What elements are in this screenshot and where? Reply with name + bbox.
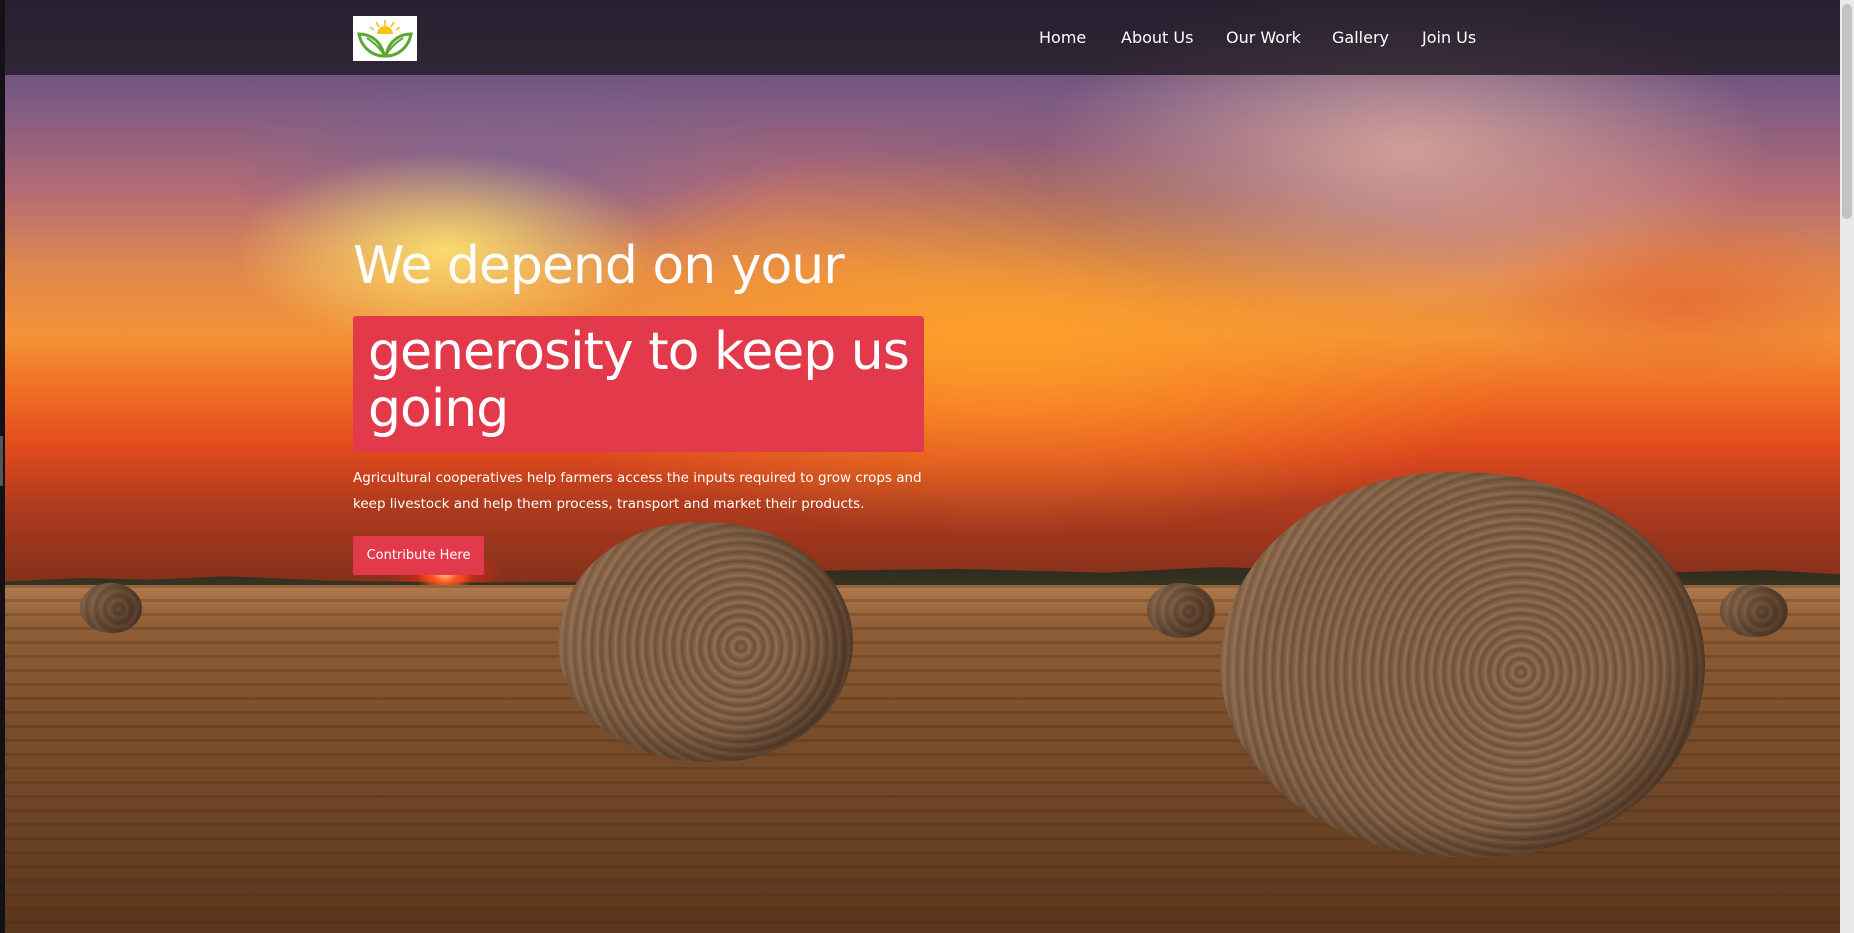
hay-bale-distant-left <box>80 583 142 633</box>
scrollbar-thumb[interactable] <box>1842 4 1852 219</box>
nav-join-us[interactable]: Join Us <box>1422 28 1476 47</box>
sprout-logo-icon <box>357 20 413 58</box>
nav-gallery[interactable]: Gallery <box>1332 28 1389 47</box>
hay-bale-distant-right <box>1720 585 1788 637</box>
page: Home About Us Our Work Gallery Join Us W… <box>5 0 1840 933</box>
site-header: Home About Us Our Work Gallery Join Us <box>5 0 1840 75</box>
nav-our-work[interactable]: Our Work <box>1226 28 1301 47</box>
site-logo[interactable] <box>353 16 417 61</box>
nav-home[interactable]: Home <box>1039 28 1086 47</box>
hay-bale-large <box>1220 472 1705 857</box>
scrollbar[interactable] <box>1840 0 1854 933</box>
nav-about-us[interactable]: About Us <box>1121 28 1193 47</box>
hero-title-highlight: generosity to keep us going <box>353 316 924 452</box>
hay-bale-medium <box>558 522 853 762</box>
hay-bale-distant-center <box>1147 583 1215 638</box>
edge-marker <box>0 436 3 486</box>
hero-description: Agricultural cooperatives help farmers a… <box>353 470 922 512</box>
contribute-button[interactable]: Contribute Here <box>353 536 484 575</box>
hero-title: We depend on your <box>353 236 845 296</box>
